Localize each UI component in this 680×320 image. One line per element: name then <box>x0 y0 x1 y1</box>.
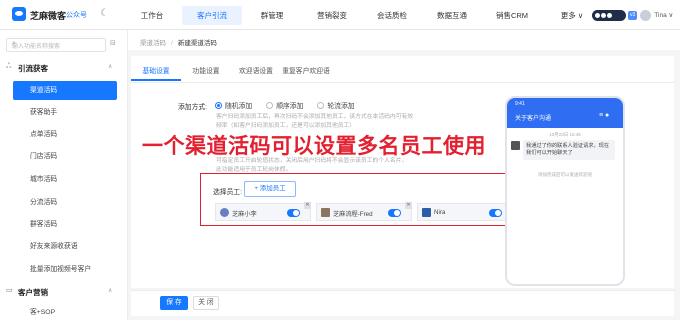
phone-time: 9:41 <box>515 101 525 107</box>
sidebar-collapse-icon[interactable]: ⊟ <box>110 39 116 47</box>
sidebar-item-sop[interactable]: 客+SOP <box>13 307 117 319</box>
help-text-2: 频率（如客户扫码添加员工，还是可以添加其他员工） <box>216 123 356 129</box>
sidebar-item-acquisition-assistant[interactable]: 获客助手 <box>13 103 117 122</box>
top-nav: 工作台 客户引流 群管理 营销裂变 会话质检 数据互通 销售CRM 更多 ∨ <box>122 0 602 30</box>
radio-label: 轮流添加 <box>327 103 355 110</box>
add-mode-radio-group: 随机添加 顺序添加 轮流添加 <box>215 100 355 110</box>
breadcrumb: 渠道活码 / 新建渠道活码 <box>140 37 217 47</box>
nav-sales-crm[interactable]: 销售CRM <box>482 6 542 25</box>
nav-workbench[interactable]: 工作台 <box>122 6 182 25</box>
sidebar-item-city-qrcode[interactable]: 城市活码 <box>13 170 117 189</box>
brand-name: 芝麻微客 <box>30 11 67 21</box>
phone-date: 10月23日 16:45 <box>549 132 581 137</box>
sidebar-item-batch-add-channels[interactable]: 批量添加视频号客户 <box>13 260 117 279</box>
nav-customer-acquisition[interactable]: 客户引流 <box>182 5 242 25</box>
avatar <box>422 208 431 217</box>
staff-name: Nira <box>434 209 446 216</box>
tab-function-settings[interactable]: 功能设置 <box>181 63 231 81</box>
nav-marketing-fission[interactable]: 营销裂变 <box>302 6 362 25</box>
avatar <box>321 208 330 217</box>
phone-system-note: 添加完成后可以发送欢迎语 <box>538 172 592 177</box>
sidebar-item-friend-source-greeting[interactable]: 好友来源收获语 <box>13 237 117 256</box>
staff-name: 芝麻流程-Fred <box>333 211 373 218</box>
close-icon[interactable]: ✕ <box>304 202 311 209</box>
close-icon[interactable]: ✕ <box>405 202 412 209</box>
brand-subtitle[interactable]: 公众号 <box>66 10 87 20</box>
staff-toggle[interactable] <box>489 209 502 217</box>
user-name[interactable]: Tina ∨ <box>654 11 673 19</box>
staff-toggle[interactable] <box>287 209 300 217</box>
settings-tabs: 基础设置 功能设置 欢迎语设置 重复客户欢迎语 <box>131 63 331 81</box>
user-area[interactable]: v3 Tina ∨ <box>592 8 678 22</box>
staff-chip: 芝麻流程-Fred ✕ <box>316 202 412 221</box>
sidebar-group-acquisition[interactable]: ஃ 引流获客 ∧ <box>6 61 124 75</box>
sidebar-item-split-qrcode[interactable]: 分流活码 <box>13 193 117 212</box>
phone-header: 9:41 关于客户沟通 ≡ ● <box>507 98 623 128</box>
chat-bubble: 我通过了你的联系人验证请求，现在我们可以开始聊天了 <box>523 140 615 160</box>
radio-label: 顺序添加 <box>276 103 304 110</box>
menu-icon: ≡ ● <box>599 112 610 119</box>
close-button[interactable]: 关 闭 <box>193 296 219 310</box>
tab-welcome-settings[interactable]: 欢迎语设置 <box>231 63 281 81</box>
avatar[interactable] <box>640 9 652 21</box>
chevron-up-icon: ∧ <box>108 288 113 294</box>
tab-basic-settings[interactable]: 基础设置 <box>131 63 181 81</box>
sidebar-group-label: 客户营销 <box>18 288 48 297</box>
nav-session-audit[interactable]: 会话质检 <box>362 6 422 25</box>
tab-repeat-welcome[interactable]: 重复客户欢迎语 <box>281 63 331 81</box>
radio-label: 随机添加 <box>225 103 253 110</box>
sidebar-item-order-qrcode[interactable]: 点单活码 <box>13 125 117 144</box>
staff-name: 芝麻小李 <box>232 211 257 218</box>
radio-checked-icon <box>215 101 222 109</box>
add-mode-label: 添加方式: <box>178 104 208 111</box>
staff-chip: 芝麻小李 ✕ <box>215 202 311 221</box>
version-badge: v3 <box>628 10 638 20</box>
phone-preview: 9:41 关于客户沟通 ≡ ● 10月23日 16:45 我通过了你的联系人验证… <box>505 96 625 286</box>
nav-data-sync[interactable]: 数据互通 <box>422 6 482 25</box>
nav-group-management[interactable]: 群管理 <box>242 6 302 25</box>
theme-moon-icon[interactable]: ☾ <box>100 8 109 19</box>
sidebar-search-input[interactable]: 输入功能名称搜索 ⌕ <box>6 38 106 52</box>
breadcrumb-parent[interactable]: 渠道活码 <box>140 40 166 47</box>
breadcrumb-current: 新建渠道活码 <box>177 40 217 47</box>
sidebar-group-marketing[interactable]: ▭ 客户营销 ∧ <box>6 285 124 299</box>
chevron-up-icon: ∧ <box>108 64 113 70</box>
sidebar-item-channel-qrcode[interactable]: 渠道活码 <box>13 81 117 100</box>
tab-divider <box>131 82 674 83</box>
highlight-caption: 一个渠道活码可以设置多名员工使用 <box>142 135 486 158</box>
radio-unchecked-icon <box>317 101 325 109</box>
user-plus-icon: ஃ <box>6 63 12 70</box>
chat-logo-icon <box>12 7 26 21</box>
account-dots-icon <box>592 9 626 21</box>
calendar-icon: ▭ <box>6 287 13 294</box>
sidebar-group-label: 引流获客 <box>18 64 48 73</box>
radio-sequential[interactable]: 顺序添加 <box>266 100 303 110</box>
radio-unchecked-icon <box>266 101 274 109</box>
sidebar: 输入功能名称搜索 ⌕ ⊟ ஃ 引流获客 ∧ 渠道活码 获客助手 点单活码 门店活… <box>0 30 128 320</box>
save-button[interactable]: 保 存 <box>160 296 188 310</box>
sidebar-item-group-customer-qrcode[interactable]: 群客活码 <box>13 215 117 234</box>
help-text-1: 客户扫码添加员工后，再次扫码不会添加其他员工，该方式在本活码内可有效 <box>216 114 414 120</box>
top-bar: 芝麻微客 公众号 ☾ 工作台 客户引流 群管理 营销裂变 会话质检 数据互通 销… <box>0 0 680 30</box>
staff-toggle[interactable] <box>388 209 401 217</box>
breadcrumb-separator: / <box>171 40 173 47</box>
avatar <box>220 208 229 217</box>
radio-random[interactable]: 随机添加 <box>215 100 252 110</box>
select-staff-label: 选择员工: <box>213 189 243 196</box>
add-staff-button[interactable]: + 添加员工 <box>244 181 296 197</box>
phone-chat-title: 关于客户沟通 <box>515 116 552 122</box>
avatar <box>511 141 520 150</box>
search-icon[interactable]: ⌕ <box>12 40 100 48</box>
staff-chip: Nira ✕ <box>417 202 513 221</box>
sidebar-item-store-qrcode[interactable]: 门店活码 <box>13 147 117 166</box>
radio-rotation[interactable]: 轮流添加 <box>317 100 355 110</box>
